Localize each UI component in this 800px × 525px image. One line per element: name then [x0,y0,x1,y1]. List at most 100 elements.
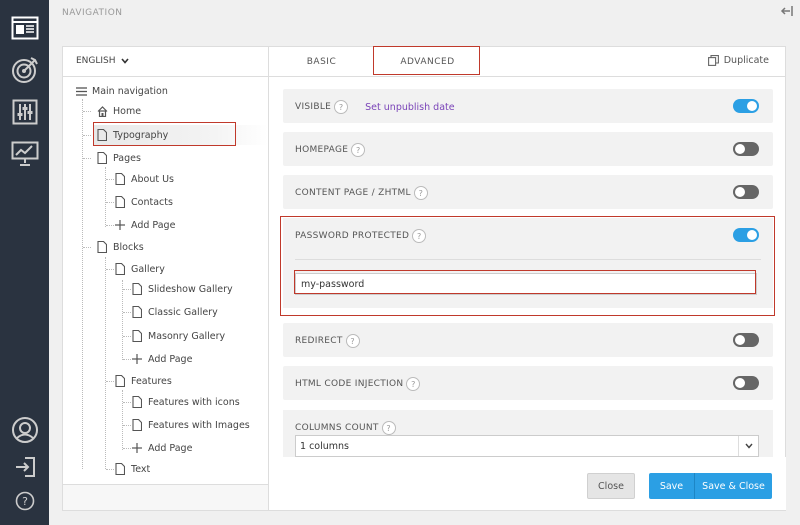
language-selector[interactable]: ENGLISH [76,56,129,66]
language-label: ENGLISH [76,56,116,66]
tree-item-text[interactable]: Text [114,459,150,479]
target-icon [11,57,38,83]
tree-item-about-us[interactable]: About Us [114,169,174,189]
tree-connector [123,312,131,313]
navigation-panel: ENGLISH Main navigation Home Typography … [62,46,786,511]
tree-item-classic-gallery[interactable]: Classic Gallery [131,302,218,322]
tree-item-add-page[interactable]: Add Page [131,438,192,458]
layout-icon [11,16,38,40]
html-injection-toggle[interactable] [733,376,759,390]
tree-item-features[interactable]: Features [114,371,172,391]
document-icon [131,330,143,342]
tree-connector [83,247,91,248]
content-page-toggle[interactable] [733,185,759,199]
help-icon[interactable]: ? [413,186,428,200]
rail-account-button[interactable] [0,410,49,450]
redirect-toggle[interactable] [733,333,759,347]
help-circle-icon: ? [15,491,34,511]
tree-item-contacts[interactable]: Contacts [114,192,173,212]
tree-item-label: Main navigation [92,85,168,97]
tree-item-label: Home [113,105,142,117]
password-protected-toggle[interactable] [733,228,759,242]
setting-password-protected: PASSWORD PROTECTED ? [283,218,773,308]
rail-target-button[interactable] [0,50,49,90]
tree-connector [106,202,114,203]
document-icon [131,419,143,431]
plus-icon [131,353,143,365]
visible-toggle[interactable] [733,99,759,113]
tree-item-label: Gallery [131,263,165,275]
tree-item-gallery[interactable]: Gallery [114,259,165,279]
tree-connector [122,390,123,450]
tree-item-features-with-icons[interactable]: Features with icons [131,392,240,412]
setting-homepage: HOMEPAGE ? [283,132,773,166]
help-icon[interactable]: ? [412,229,427,243]
tree-item-typography[interactable]: Typography [93,125,268,145]
setting-label: COLUMNS COUNT ? [295,421,396,435]
duplicate-button[interactable]: Duplicate [707,55,769,66]
menu-icon [75,85,87,97]
tree-item-masonry-gallery[interactable]: Masonry Gallery [131,326,225,346]
help-icon[interactable]: ? [351,143,366,157]
advanced-settings: VISIBLE ? Set unpublish date HOMEPAGE ? … [269,77,786,457]
document-icon [114,196,126,208]
tree-item-add-page[interactable]: Add Page [131,349,192,369]
tab-advanced[interactable]: ADVANCED [374,47,481,76]
rail-analytics-button[interactable] [0,134,49,174]
tree-item-add-page[interactable]: Add Page [114,215,175,235]
dialog-footer: Close Save Save & Close [269,457,786,510]
set-unpublish-date-link[interactable]: Set unpublish date [365,102,454,113]
setting-label-text: COLUMNS COUNT [295,423,379,433]
collapse-panel-button[interactable] [780,4,794,21]
setting-label: REDIRECT ? [295,334,360,348]
tree-item-label: Text [131,463,151,475]
copy-icon [707,55,719,66]
help-icon[interactable]: ? [406,377,421,391]
tree-footer [63,484,268,510]
tree-connector [123,289,131,290]
tree-item-label: Typography [113,129,169,141]
help-icon[interactable]: ? [334,100,349,114]
rail-sliders-button[interactable] [0,92,49,132]
tree-item-pages[interactable]: Pages [96,148,141,168]
setting-label-text: VISIBLE [295,102,332,112]
tree-item-features-with-images[interactable]: Features with Images [131,415,250,435]
tree-item-label: Pages [113,152,141,164]
tree-connector [122,280,123,360]
tree-item-label: Contacts [131,196,173,208]
homepage-toggle[interactable] [733,142,759,156]
chevron-down-icon [738,436,758,456]
rail-help-button[interactable]: ? [0,481,49,521]
setting-label-text: PASSWORD PROTECTED [295,231,410,241]
arrow-left-bar-icon [780,6,793,16]
tree-connector [123,448,131,449]
tab-basic[interactable]: BASIC [269,47,374,76]
tree-item-label: Add Page [148,442,193,454]
help-icon[interactable]: ? [345,334,360,348]
save-button[interactable]: Save [649,473,694,499]
left-rail: ? [0,0,49,525]
setting-label: PASSWORD PROTECTED ? [295,229,427,243]
columns-count-select[interactable]: 1 columns [295,435,759,457]
help-icon[interactable]: ? [381,421,396,435]
document-icon [96,152,108,164]
tree-root-main-navigation[interactable]: Main navigation [75,81,168,101]
save-and-close-button[interactable]: Save & Close [694,473,772,499]
close-button[interactable]: Close [587,473,635,499]
tree-connector [83,135,91,136]
plus-icon [131,442,143,454]
tree-item-label: Add Page [131,219,176,231]
tree-item-blocks[interactable]: Blocks [96,237,144,257]
tree-item-slideshow-gallery[interactable]: Slideshow Gallery [131,279,233,299]
select-value: 1 columns [300,440,349,452]
setting-label-text: HTML CODE INJECTION [295,379,404,389]
tree-connector [105,257,106,469]
rail-navigation-button[interactable] [0,8,49,48]
document-icon [131,283,143,295]
password-input[interactable] [295,273,757,295]
tree-item-home[interactable]: Home [96,101,141,121]
document-icon [96,129,108,141]
tree-connector [106,269,114,270]
document-icon [114,375,126,387]
setting-columns-count: COLUMNS COUNT ? 1 columns [283,410,773,457]
